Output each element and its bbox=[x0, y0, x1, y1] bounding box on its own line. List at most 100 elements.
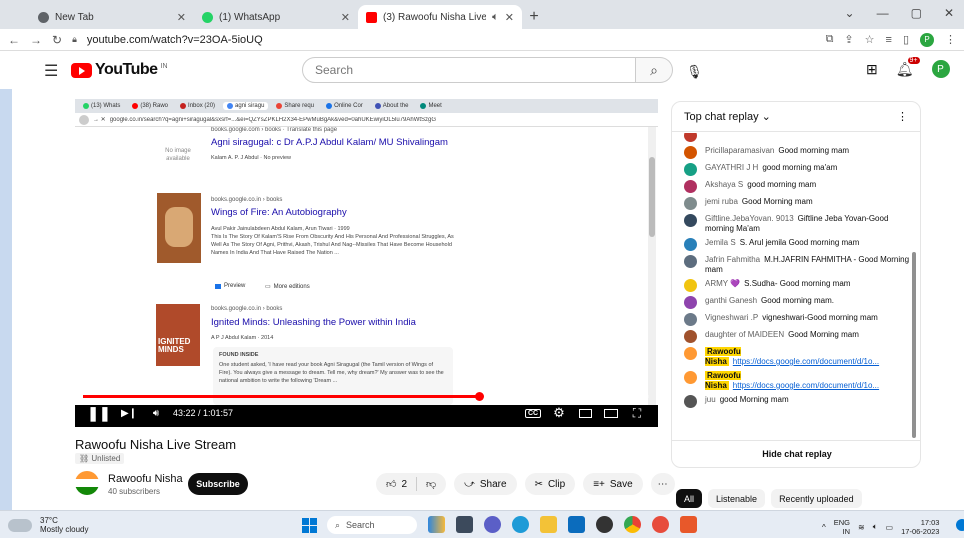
reading-list-icon[interactable]: ≡ bbox=[886, 34, 892, 46]
miniplayer-icon[interactable] bbox=[572, 401, 598, 425]
wifi-icon[interactable]: ≋ bbox=[858, 523, 865, 532]
chat-author[interactable]: Jemila S bbox=[705, 238, 736, 247]
clock[interactable]: 17:03 17-06-2023 bbox=[901, 518, 939, 536]
chat-author[interactable]: jemi ruba bbox=[705, 197, 738, 206]
teams-chat-icon[interactable] bbox=[484, 516, 501, 533]
share-button[interactable]: ⤻ Share bbox=[454, 473, 517, 495]
mail-icon[interactable] bbox=[568, 516, 585, 533]
chat-mode-dropdown[interactable]: Top chat replay ⌄ bbox=[684, 110, 771, 123]
hide-chat-replay-button[interactable]: Hide chat replay bbox=[672, 440, 920, 467]
tab-youtube[interactable]: (3) Rawoofu Nisha Live Strea 🔈︎ ✕ bbox=[358, 5, 522, 29]
maximize-icon[interactable]: ▢ bbox=[911, 6, 922, 20]
chat-author[interactable]: Pricillaparamasivan bbox=[705, 146, 774, 155]
windows-start-icon[interactable] bbox=[302, 518, 317, 533]
chat-avatar[interactable] bbox=[684, 180, 697, 193]
chat-author[interactable]: ARMY 💜 bbox=[705, 279, 740, 288]
chat-author[interactable]: Jafrin Fahmitha bbox=[705, 255, 760, 264]
next-icon[interactable]: ▶❙ bbox=[117, 401, 141, 425]
bookmark-star-icon[interactable]: ☆ bbox=[865, 33, 875, 46]
language-indicator[interactable]: ENG IN bbox=[834, 518, 850, 536]
chat-avatar[interactable] bbox=[684, 313, 697, 326]
chat-author[interactable]: Akshaya S bbox=[705, 180, 743, 189]
chat-avatar[interactable] bbox=[684, 133, 697, 142]
app-circle-icon[interactable] bbox=[596, 516, 613, 533]
chat-avatar[interactable] bbox=[684, 330, 697, 343]
back-icon[interactable]: ← bbox=[8, 33, 20, 47]
chat-avatar[interactable] bbox=[684, 238, 697, 251]
chevron-down-icon[interactable]: ⌄ bbox=[845, 6, 855, 20]
settings-gear-icon[interactable]: ⚙ bbox=[546, 401, 572, 425]
pause-icon[interactable]: ❚❚ bbox=[87, 401, 111, 425]
new-tab-button[interactable]: + bbox=[522, 5, 546, 29]
notifications-bell-icon[interactable]: 🔔︎ 9+ bbox=[896, 56, 920, 78]
fullscreen-icon[interactable]: ⛶ bbox=[624, 401, 650, 425]
channel-name[interactable]: Rawoofu Nisha bbox=[108, 473, 183, 485]
widgets-icon[interactable] bbox=[428, 516, 445, 533]
chat-link[interactable]: https://docs.google.com/document/d/1o... bbox=[733, 381, 879, 390]
chat-author[interactable]: GAYATHRI J H bbox=[705, 163, 758, 172]
share-icon[interactable]: ⇪ bbox=[844, 33, 853, 46]
thumbs-down-icon[interactable]: 👎︎ bbox=[426, 478, 436, 490]
chat-avatar[interactable] bbox=[684, 146, 697, 159]
close-window-icon[interactable]: ✕ bbox=[944, 6, 954, 20]
reload-icon[interactable]: ↻ bbox=[52, 33, 62, 47]
close-icon[interactable]: ✕ bbox=[505, 11, 514, 24]
chat-avatar[interactable] bbox=[684, 163, 697, 176]
chat-author[interactable]: Giftline.JebaYovan. 9013 bbox=[705, 214, 794, 223]
chat-scrollbar[interactable] bbox=[912, 252, 916, 438]
speaker-icon[interactable]: 🔈︎ bbox=[873, 522, 878, 532]
clip-button[interactable]: ✂ Clip bbox=[524, 473, 576, 495]
channel-avatar[interactable] bbox=[75, 471, 99, 495]
theater-mode-icon[interactable] bbox=[598, 401, 624, 425]
chat-avatar[interactable] bbox=[684, 279, 697, 292]
video-progress-bar[interactable] bbox=[83, 392, 649, 401]
search-input[interactable]: Search bbox=[302, 57, 636, 83]
chevron-up-icon[interactable]: ^ bbox=[822, 523, 826, 532]
chat-avatar[interactable] bbox=[684, 296, 697, 309]
taskbar-search[interactable]: ⌕ Search bbox=[327, 516, 417, 534]
chat-author[interactable]: ganthi Ganesh bbox=[705, 296, 757, 305]
chat-author[interactable]: daughter of MAIDEEN bbox=[705, 330, 784, 339]
chat-avatar[interactable] bbox=[684, 197, 697, 210]
create-video-icon[interactable]: ⊞ bbox=[866, 61, 878, 78]
tab-new-tab[interactable]: New Tab ✕ bbox=[30, 5, 194, 29]
chat-avatar[interactable] bbox=[684, 214, 697, 227]
tab-whatsapp[interactable]: (1) WhatsApp ✕ bbox=[194, 5, 358, 29]
notification-center-icon[interactable] bbox=[956, 519, 964, 531]
chrome-taskbar-icon[interactable] bbox=[624, 516, 641, 533]
subscribe-button[interactable]: Subscribe bbox=[188, 473, 248, 495]
forward-icon[interactable]: → bbox=[30, 33, 42, 47]
menu-kebab-icon[interactable]: ⋮ bbox=[945, 33, 956, 46]
chat-menu-kebab-icon[interactable]: ⋮ bbox=[897, 110, 908, 123]
youtube-logo[interactable]: YouTube IN bbox=[71, 61, 168, 79]
captions-icon[interactable]: CC bbox=[520, 401, 546, 425]
red-app-icon[interactable] bbox=[652, 516, 669, 533]
file-explorer-icon[interactable] bbox=[540, 516, 557, 533]
hamburger-menu-icon[interactable]: ☰ bbox=[44, 61, 58, 81]
save-button[interactable]: ≡+ Save bbox=[583, 473, 643, 495]
chip-all[interactable]: All bbox=[676, 489, 703, 508]
like-button[interactable]: 👍︎ 2 👎︎ bbox=[376, 473, 447, 495]
close-icon[interactable]: ✕ bbox=[177, 11, 186, 24]
battery-icon[interactable]: ▭ bbox=[886, 523, 894, 532]
google-lens-icon[interactable]: ⧉ bbox=[826, 33, 834, 46]
more-actions-button[interactable]: ⋯ bbox=[650, 473, 675, 495]
chat-avatar[interactable] bbox=[684, 371, 697, 384]
video-player[interactable]: (13) Whats (38) Rawo Inbox (20) agni sir… bbox=[75, 99, 658, 427]
orange-app-icon[interactable] bbox=[680, 516, 697, 533]
chip-recently-uploaded[interactable]: Recently uploaded bbox=[771, 489, 862, 508]
chat-author[interactable]: juu bbox=[705, 395, 716, 404]
profile-avatar[interactable]: P bbox=[920, 32, 934, 47]
chat-author[interactable]: Vigneshwari .P bbox=[705, 313, 758, 322]
account-avatar[interactable]: P bbox=[931, 60, 950, 78]
close-icon[interactable]: ✕ bbox=[341, 11, 350, 24]
chat-link[interactable]: https://docs.google.com/document/d/1o... bbox=[733, 357, 879, 366]
weather-widget[interactable]: 37°C Mostly cloudy bbox=[40, 516, 88, 534]
chat-avatar[interactable] bbox=[684, 255, 697, 268]
sidepanel-icon[interactable]: ▯ bbox=[903, 33, 909, 46]
microphone-icon[interactable]: 🎙︎ bbox=[686, 64, 703, 80]
audio-icon[interactable]: 🔈︎ bbox=[492, 11, 499, 24]
minimize-icon[interactable]: — bbox=[877, 6, 889, 20]
chat-avatar[interactable] bbox=[684, 347, 697, 360]
search-button[interactable]: ⌕ bbox=[636, 57, 673, 83]
